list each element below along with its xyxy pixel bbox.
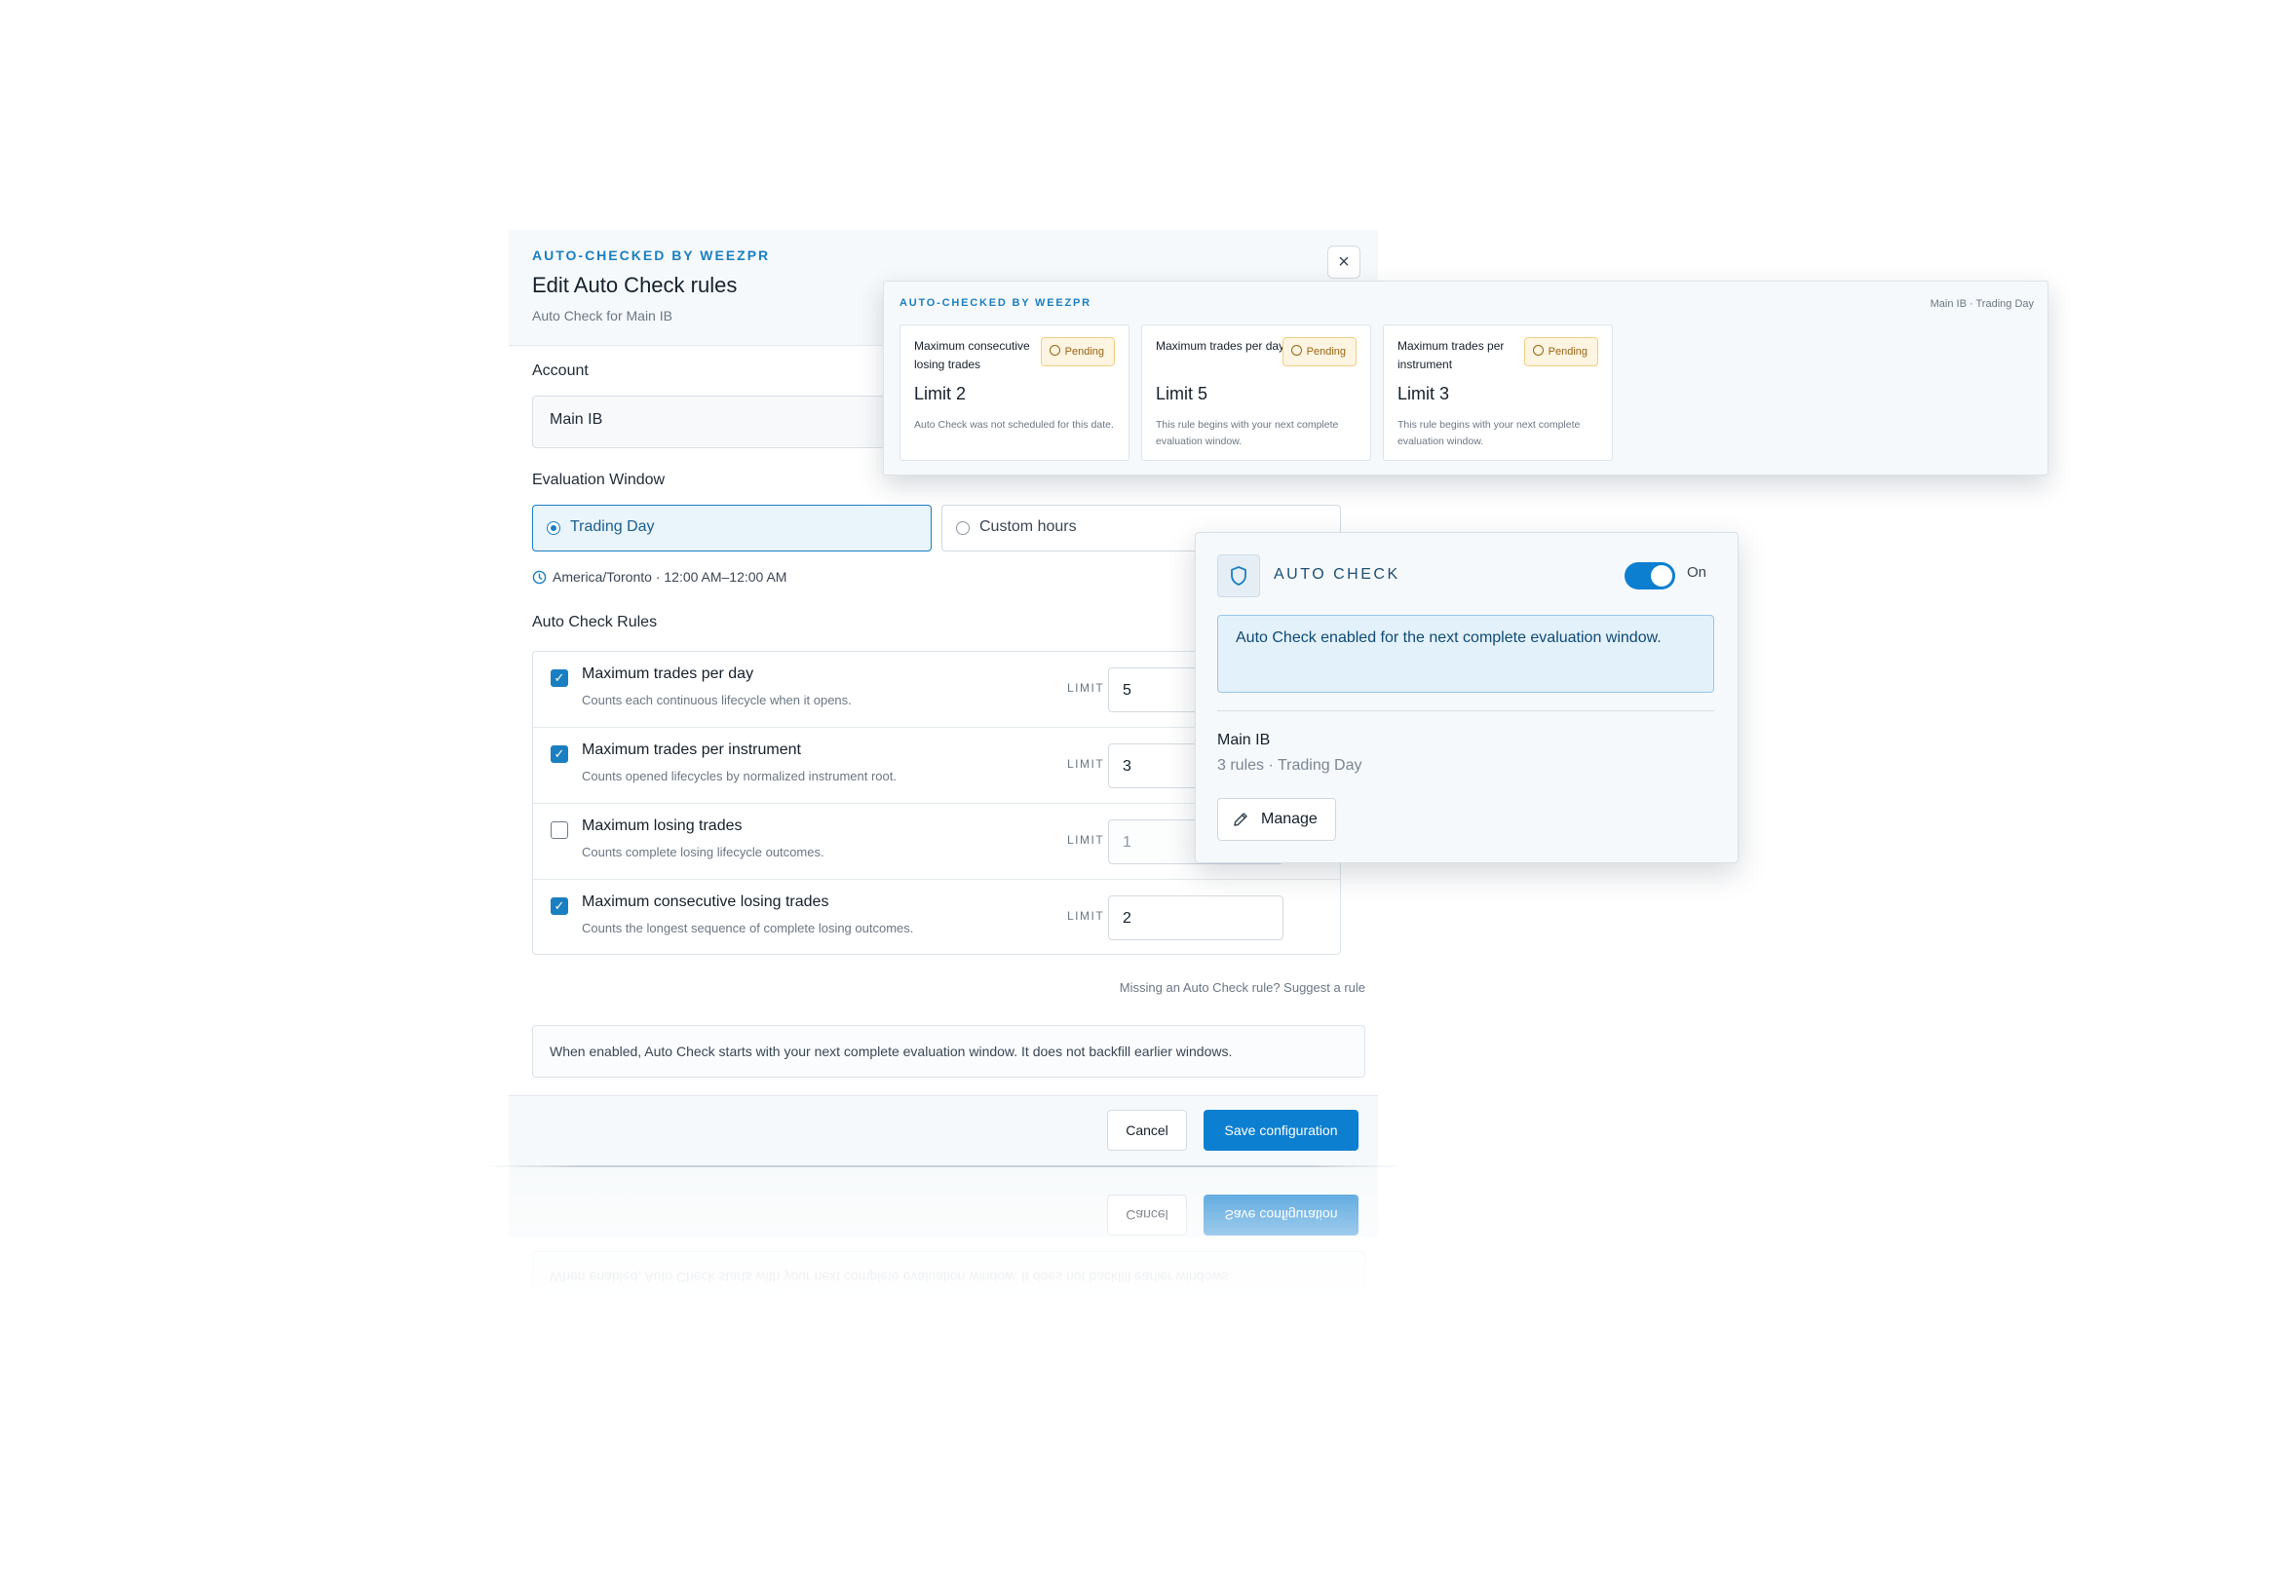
- clock-icon: [532, 570, 547, 585]
- rule-row-consecutive-losing-trades: ✓ Maximum consecutive losing trades Coun…: [533, 880, 1340, 956]
- summary-eyebrow: AUTO-CHECKED BY WEEZPR: [899, 297, 1091, 309]
- modal-eyebrow: AUTO-CHECKED BY WEEZPR: [532, 247, 771, 263]
- auto-check-title: AUTO CHECK: [1274, 566, 1400, 583]
- rule-title: Maximum trades per day: [582, 665, 754, 682]
- card-limit: Limit 5: [1156, 384, 1208, 403]
- card-description: This rule begins with your next complete…: [1397, 419, 1581, 447]
- manage-label: Manage: [1261, 811, 1318, 827]
- cancel-button[interactable]: Cancel: [1107, 1110, 1187, 1151]
- pending-label: Pending: [1548, 346, 1588, 358]
- rule-checkbox[interactable]: [551, 821, 568, 839]
- auto-check-summary-panel: AUTO-CHECKED BY WEEZPR Main IB · Trading…: [883, 281, 2048, 475]
- evaluation-window-label: Evaluation Window: [532, 472, 666, 488]
- divider: [1217, 710, 1714, 711]
- auto-check-toggle[interactable]: [1625, 562, 1675, 589]
- modal-title: Edit Auto Check rules: [532, 273, 738, 297]
- save-configuration-button[interactable]: Save configuration: [1204, 1110, 1358, 1151]
- account-meta: 3 rules · Trading Day: [1217, 757, 1362, 774]
- summary-context: Main IB · Trading Day: [1930, 298, 2034, 310]
- limit-label: LIMIT: [1067, 833, 1105, 847]
- close-button[interactable]: ×: [1327, 246, 1360, 279]
- shield-badge: [1217, 554, 1260, 597]
- rule-status-card: Maximum trades per day Pending Limit 5 T…: [1141, 324, 1371, 461]
- pending-label: Pending: [1306, 346, 1346, 358]
- check-icon: ✓: [554, 898, 565, 913]
- pending-badge: Pending: [1040, 337, 1115, 366]
- card-title: Maximum trades per day: [1156, 339, 1285, 353]
- radio-selected-icon: [547, 521, 560, 535]
- pending-badge: Pending: [1282, 337, 1357, 366]
- rule-status-card: Maximum trades per instrument Pending Li…: [1383, 324, 1613, 461]
- clock-icon: [1049, 345, 1060, 356]
- card-title: Maximum trades per instrument: [1397, 339, 1505, 371]
- pending-badge: Pending: [1523, 337, 1598, 366]
- rule-title: Maximum losing trades: [582, 817, 743, 834]
- rule-checkbox[interactable]: ✓: [551, 745, 568, 763]
- rule-description: Counts complete losing lifecycle outcome…: [582, 845, 824, 859]
- manage-button[interactable]: Manage: [1217, 798, 1336, 841]
- timezone-info: America/Toronto · 12:00 AM–12:00 AM: [532, 569, 786, 585]
- card-title: Maximum consecutive losing trades: [914, 339, 1030, 371]
- rule-description: Counts the longest sequence of complete …: [582, 921, 914, 935]
- timezone-text: America/Toronto · 12:00 AM–12:00 AM: [553, 569, 787, 585]
- enabled-banner: Auto Check enabled for the next complete…: [1217, 615, 1714, 693]
- close-icon: ×: [1338, 250, 1350, 273]
- limit-label: LIMIT: [1067, 909, 1105, 923]
- window-option-trading-day[interactable]: Trading Day: [532, 505, 932, 551]
- account-name: Main IB: [1217, 732, 1271, 748]
- rule-description: Counts each continuous lifecycle when it…: [582, 693, 852, 707]
- enable-note: When enabled, Auto Check starts with you…: [532, 1025, 1365, 1078]
- toggle-label: On: [1687, 564, 1707, 581]
- limit-input[interactable]: 2: [1108, 895, 1283, 940]
- reflection-fade: [509, 1167, 1378, 1304]
- shield-icon: [1231, 566, 1246, 586]
- clock-icon: [1532, 345, 1544, 356]
- clock-icon: [1290, 345, 1302, 356]
- rule-title: Maximum trades per instrument: [582, 741, 801, 758]
- card-description: This rule begins with your next complete…: [1156, 419, 1339, 447]
- check-icon: ✓: [554, 746, 565, 761]
- auto-check-popover: AUTO CHECK On Auto Check enabled for the…: [1195, 532, 1739, 863]
- rule-checkbox[interactable]: ✓: [551, 669, 568, 687]
- card-limit: Limit 2: [914, 384, 967, 403]
- modal-subtitle: Auto Check for Main IB: [532, 308, 672, 323]
- card-limit: Limit 3: [1397, 384, 1450, 403]
- rule-description: Counts opened lifecycles by normalized i…: [582, 769, 897, 783]
- account-value: Main IB: [550, 411, 603, 428]
- limit-label: LIMIT: [1067, 681, 1105, 695]
- suggest-rule-link[interactable]: Missing an Auto Check rule? Suggest a ru…: [532, 980, 1365, 995]
- account-label: Account: [532, 362, 589, 379]
- rules-label: Auto Check Rules: [532, 614, 658, 630]
- check-icon: ✓: [554, 670, 565, 685]
- rule-checkbox[interactable]: ✓: [551, 897, 568, 915]
- limit-label: LIMIT: [1067, 757, 1105, 771]
- card-description: Auto Check was not scheduled for this da…: [914, 419, 1114, 431]
- radio-unselected-icon: [956, 521, 970, 535]
- rule-title: Maximum consecutive losing trades: [582, 893, 829, 910]
- window-option-label: Trading Day: [570, 518, 655, 535]
- pending-label: Pending: [1064, 346, 1104, 358]
- toggle-knob: [1651, 565, 1672, 587]
- pencil-icon: [1234, 813, 1247, 826]
- rule-status-card: Maximum consecutive losing trades Pendin…: [899, 324, 1129, 461]
- window-option-label: Custom hours: [979, 518, 1077, 535]
- modal-footer: Cancel Save configuration: [509, 1095, 1378, 1166]
